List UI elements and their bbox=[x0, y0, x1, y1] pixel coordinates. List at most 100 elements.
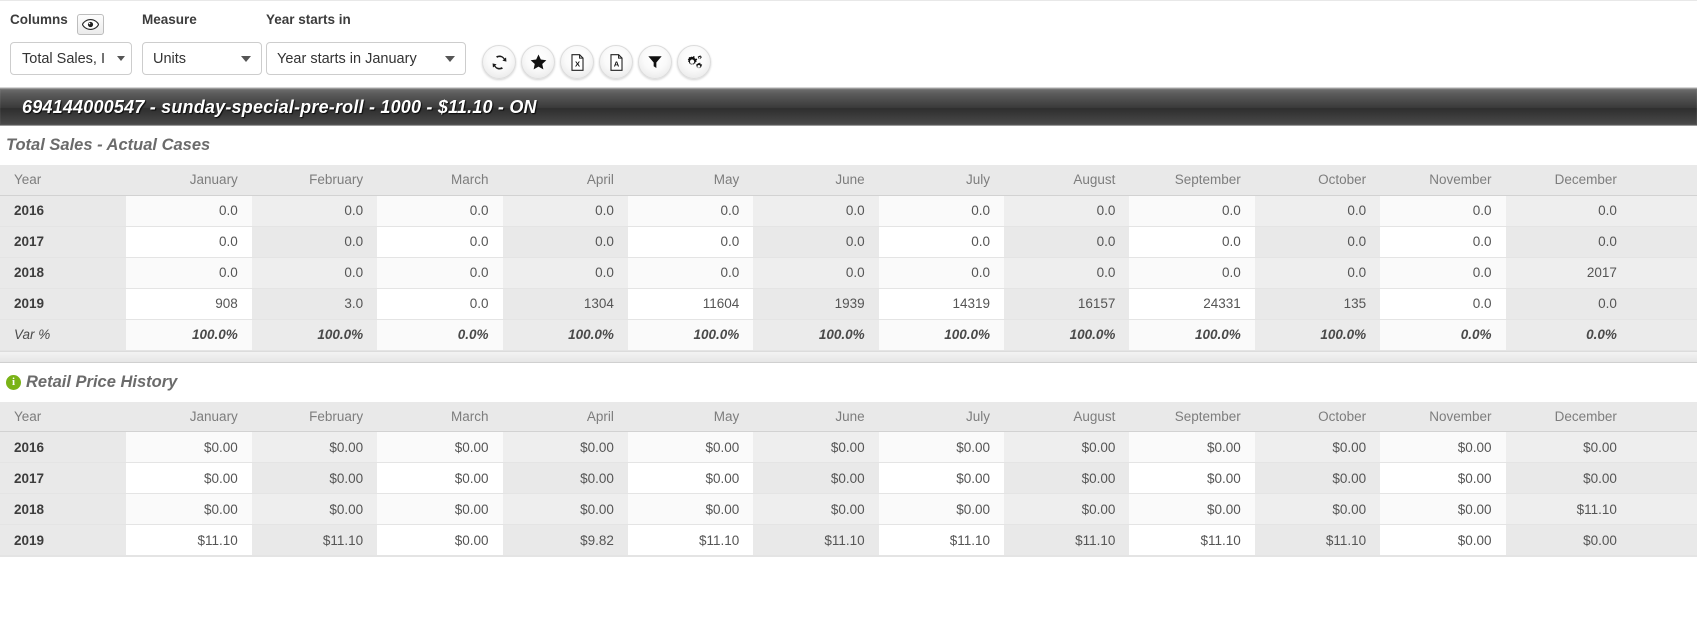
column-header-year[interactable]: Year bbox=[0, 165, 127, 196]
data-cell[interactable]: 100.0% bbox=[627, 319, 754, 351]
data-cell[interactable]: 0.0 bbox=[753, 195, 879, 227]
data-cell[interactable]: 100.0% bbox=[126, 319, 252, 351]
data-cell[interactable]: 0.0 bbox=[753, 226, 879, 258]
data-cell[interactable]: 0.0 bbox=[1380, 257, 1506, 289]
data-cell[interactable]: 0.0 bbox=[1505, 226, 1631, 258]
data-cell[interactable]: 0.0 bbox=[1254, 195, 1381, 227]
data-cell[interactable]: 1939 bbox=[753, 288, 879, 320]
export-excel-button[interactable]: X bbox=[560, 45, 594, 79]
data-cell[interactable]: 100.0% bbox=[251, 319, 378, 351]
year-start-dropdown[interactable]: Year starts in January bbox=[266, 42, 466, 75]
data-cell[interactable]: 135 bbox=[1254, 288, 1381, 320]
data-cell[interactable]: $0.00 bbox=[1004, 493, 1130, 525]
data-cell[interactable]: 14319 bbox=[878, 288, 1005, 320]
data-cell[interactable]: $0.00 bbox=[1004, 462, 1130, 494]
data-cell[interactable]: 100.0% bbox=[1004, 319, 1130, 351]
data-cell[interactable]: $0.00 bbox=[251, 493, 378, 525]
data-cell[interactable]: 0.0 bbox=[1380, 288, 1506, 320]
data-cell[interactable]: 2017 bbox=[1505, 257, 1631, 289]
data-cell[interactable]: 0.0 bbox=[627, 226, 754, 258]
filter-button[interactable] bbox=[638, 45, 672, 79]
data-cell[interactable]: 0.0 bbox=[126, 195, 252, 227]
data-cell[interactable]: 16157 bbox=[1004, 288, 1130, 320]
export-pdf-button[interactable]: A bbox=[599, 45, 633, 79]
data-cell[interactable]: $11.10 bbox=[1505, 493, 1631, 525]
data-cell[interactable]: 100.0% bbox=[502, 319, 628, 351]
data-cell[interactable]: $0.00 bbox=[126, 462, 252, 494]
column-header-february[interactable]: February bbox=[251, 401, 378, 432]
column-header-october[interactable]: October bbox=[1254, 401, 1381, 432]
column-header-july[interactable]: July bbox=[878, 165, 1005, 196]
data-cell[interactable]: $0.00 bbox=[126, 493, 252, 525]
data-cell[interactable]: 0.0 bbox=[502, 226, 628, 258]
data-cell[interactable]: 0.0% bbox=[377, 319, 503, 351]
data-cell[interactable]: 0.0 bbox=[753, 257, 879, 289]
data-cell[interactable]: $0.00 bbox=[753, 462, 879, 494]
data-cell[interactable]: $11.10 bbox=[126, 524, 252, 556]
refresh-button[interactable] bbox=[482, 45, 516, 79]
data-cell[interactable]: 0.0 bbox=[627, 195, 754, 227]
data-cell[interactable]: 0.0 bbox=[377, 288, 503, 320]
data-cell[interactable]: 0.0 bbox=[627, 257, 754, 289]
column-header-july[interactable]: July bbox=[878, 401, 1005, 432]
data-cell[interactable]: 0.0% bbox=[1380, 319, 1506, 351]
data-cell[interactable]: $0.00 bbox=[1505, 462, 1631, 494]
data-cell[interactable]: $0.00 bbox=[1254, 431, 1381, 463]
data-cell[interactable]: 0.0 bbox=[878, 226, 1005, 258]
column-header-september[interactable]: September bbox=[1129, 165, 1255, 196]
column-header-march[interactable]: March bbox=[377, 401, 503, 432]
data-cell[interactable]: $9.82 bbox=[502, 524, 628, 556]
data-cell[interactable]: $0.00 bbox=[1004, 431, 1130, 463]
data-cell[interactable]: 0.0 bbox=[1129, 195, 1255, 227]
column-header-november[interactable]: November bbox=[1380, 165, 1506, 196]
data-cell[interactable]: $11.10 bbox=[1129, 524, 1255, 556]
data-cell[interactable]: $0.00 bbox=[502, 493, 628, 525]
column-header-june[interactable]: June bbox=[753, 401, 879, 432]
data-cell[interactable]: $11.10 bbox=[878, 524, 1005, 556]
data-cell[interactable]: 100.0% bbox=[1129, 319, 1255, 351]
data-cell[interactable]: $0.00 bbox=[878, 493, 1005, 525]
data-cell[interactable]: 0.0 bbox=[251, 226, 378, 258]
data-cell[interactable]: $0.00 bbox=[1380, 431, 1506, 463]
data-cell[interactable]: $0.00 bbox=[1380, 493, 1506, 525]
data-cell[interactable]: 0.0 bbox=[1129, 257, 1255, 289]
column-header-february[interactable]: February bbox=[251, 165, 378, 196]
data-cell[interactable]: $0.00 bbox=[627, 493, 754, 525]
data-cell[interactable]: $0.00 bbox=[377, 524, 503, 556]
column-header-year[interactable]: Year bbox=[0, 401, 127, 432]
data-cell[interactable]: 100.0% bbox=[753, 319, 879, 351]
data-cell[interactable]: 3.0 bbox=[251, 288, 378, 320]
data-cell[interactable]: 0.0 bbox=[878, 195, 1005, 227]
data-cell[interactable]: $0.00 bbox=[1254, 462, 1381, 494]
column-header-august[interactable]: August bbox=[1004, 401, 1130, 432]
data-cell[interactable]: $0.00 bbox=[251, 462, 378, 494]
column-header-december[interactable]: December bbox=[1505, 401, 1631, 432]
data-cell[interactable]: $0.00 bbox=[627, 431, 754, 463]
data-cell[interactable]: 1304 bbox=[502, 288, 628, 320]
column-header-january[interactable]: January bbox=[126, 165, 252, 196]
data-cell[interactable]: $11.10 bbox=[1254, 524, 1381, 556]
data-cell[interactable]: $0.00 bbox=[251, 431, 378, 463]
data-cell[interactable]: 0.0 bbox=[126, 257, 252, 289]
data-cell[interactable]: $0.00 bbox=[1129, 431, 1255, 463]
data-cell[interactable]: $0.00 bbox=[627, 462, 754, 494]
data-cell[interactable]: 0.0 bbox=[1505, 195, 1631, 227]
data-cell[interactable]: 0.0 bbox=[126, 226, 252, 258]
data-cell[interactable]: 0.0 bbox=[1004, 257, 1130, 289]
columns-dropdown[interactable]: Total Sales, I bbox=[10, 42, 132, 75]
column-header-may[interactable]: May bbox=[627, 165, 754, 196]
data-cell[interactable]: $0.00 bbox=[377, 462, 503, 494]
info-icon[interactable]: i bbox=[6, 374, 21, 390]
data-cell[interactable]: $11.10 bbox=[1004, 524, 1130, 556]
data-cell[interactable]: 0.0 bbox=[377, 226, 503, 258]
data-cell[interactable]: $0.00 bbox=[753, 493, 879, 525]
data-cell[interactable]: $0.00 bbox=[502, 431, 628, 463]
favorite-button[interactable] bbox=[521, 45, 555, 79]
data-cell[interactable]: $0.00 bbox=[502, 462, 628, 494]
column-header-december[interactable]: December bbox=[1505, 165, 1631, 196]
data-cell[interactable]: $0.00 bbox=[1505, 431, 1631, 463]
data-cell[interactable]: 0.0 bbox=[377, 195, 503, 227]
data-cell[interactable]: 100.0% bbox=[1254, 319, 1381, 351]
column-header-march[interactable]: March bbox=[377, 165, 503, 196]
data-cell[interactable]: 0.0 bbox=[1505, 288, 1631, 320]
